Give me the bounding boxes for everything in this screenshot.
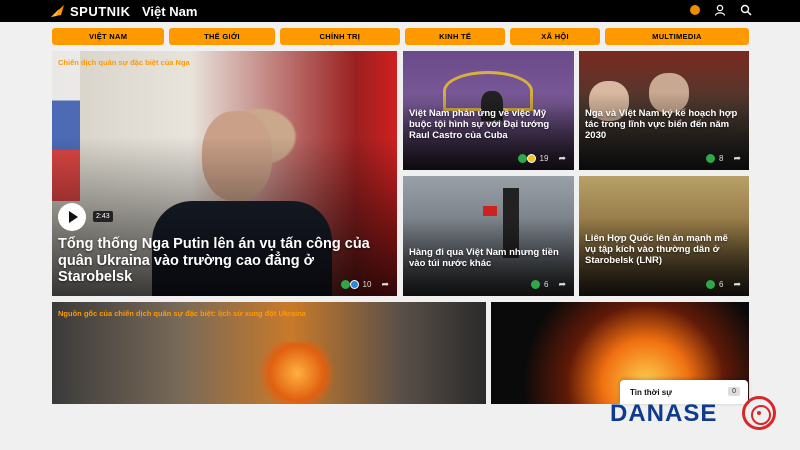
search-icon[interactable] (740, 4, 752, 16)
featured-article[interactable]: Chiến dịch quân sự đặc biệt của Nga Tổng… (52, 51, 397, 296)
nav-xa-hoi[interactable]: XÃ HỘI (510, 28, 600, 45)
logo-text: SPUTNIK (70, 3, 131, 19)
article-title[interactable]: Liên Hợp Quốc lên án mạnh mẽ vụ tập kích… (585, 233, 741, 267)
like-reaction-icon[interactable] (706, 280, 715, 289)
target-logo-icon (742, 396, 776, 430)
article-card[interactable]: Liên Hợp Quốc lên án mạnh mẽ vụ tập kích… (579, 176, 749, 296)
featured-title[interactable]: Tổng thống Nga Putin lên án vụ tấn công … (58, 236, 389, 286)
featured-tag[interactable]: Chiến dịch quân sự đặc biệt của Nga (58, 58, 190, 67)
share-icon[interactable]: ➦ (558, 279, 566, 290)
sputnik-logo-icon (51, 5, 64, 17)
featured-meta: 10 ➦ (340, 279, 389, 290)
nav-multimedia[interactable]: MULTIMEDIA (604, 28, 749, 45)
reaction-count: 6 (544, 280, 549, 289)
sputnik-logo[interactable]: SPUTNIK (50, 3, 131, 19)
nav-the-gioi[interactable]: THẾ GIỚI (169, 28, 275, 45)
share-icon[interactable]: ➦ (733, 153, 741, 164)
like-reaction-icon[interactable] (340, 280, 350, 289)
like-reaction-icon[interactable] (531, 280, 540, 289)
news-widget-count: 0 (728, 387, 740, 396)
article-title[interactable]: Nga và Việt Nam ký kế hoạch hợp tác tron… (585, 108, 741, 142)
video-duration: 2:43 (93, 211, 113, 222)
reaction-count: 6 (719, 280, 724, 289)
article-title[interactable]: Hàng đi qua Việt Nam nhưng tiền vào túi … (409, 247, 566, 270)
reaction-count: 19 (539, 154, 549, 163)
article-card[interactable]: Hàng đi qua Việt Nam nhưng tiền vào túi … (403, 176, 574, 296)
nav-viet-nam[interactable]: VIỆT NAM (52, 28, 165, 45)
share-icon[interactable]: ➦ (733, 279, 741, 290)
main-nav: VIỆT NAM THẾ GIỚI CHÍNH TRỊ KINH TẾ XÃ H… (52, 28, 749, 45)
like-reaction-icon[interactable] (706, 154, 715, 163)
article-tag[interactable]: Nguồn gốc của chiến dịch quân sự đặc biệ… (58, 309, 306, 318)
share-icon[interactable]: ➦ (558, 153, 566, 164)
article-title[interactable]: Việt Nam phản ứng về việc Mỹ buộc tội hì… (409, 108, 566, 142)
reaction-count: 10 (362, 280, 372, 289)
reaction-count: 8 (719, 154, 724, 163)
like-reaction-icon[interactable] (517, 154, 527, 163)
news-widget-label: Tin thời sự (630, 388, 672, 397)
article-card[interactable]: Nga và Việt Nam ký kế hoạch hợp tác tron… (579, 51, 749, 170)
status-dot-icon[interactable] (690, 5, 700, 15)
share-icon[interactable]: ➦ (381, 279, 389, 290)
article-card[interactable]: Việt Nam phản ứng về việc Mỹ buộc tội hì… (403, 51, 574, 170)
region-label[interactable]: Việt Nam (142, 4, 197, 19)
user-icon[interactable] (714, 4, 726, 16)
reaction-icon[interactable] (526, 154, 536, 163)
watermark-logo: DANASE (610, 400, 718, 427)
reaction-icon[interactable] (349, 280, 359, 289)
nav-chinh-tri[interactable]: CHÍNH TRỊ (279, 28, 400, 45)
top-bar: SPUTNIK Việt Nam (0, 0, 800, 22)
nav-kinh-te[interactable]: KINH TẾ (404, 28, 506, 45)
play-button[interactable] (58, 203, 86, 231)
article-card-large[interactable]: Nguồn gốc của chiến dịch quân sự đặc biệ… (52, 302, 486, 404)
